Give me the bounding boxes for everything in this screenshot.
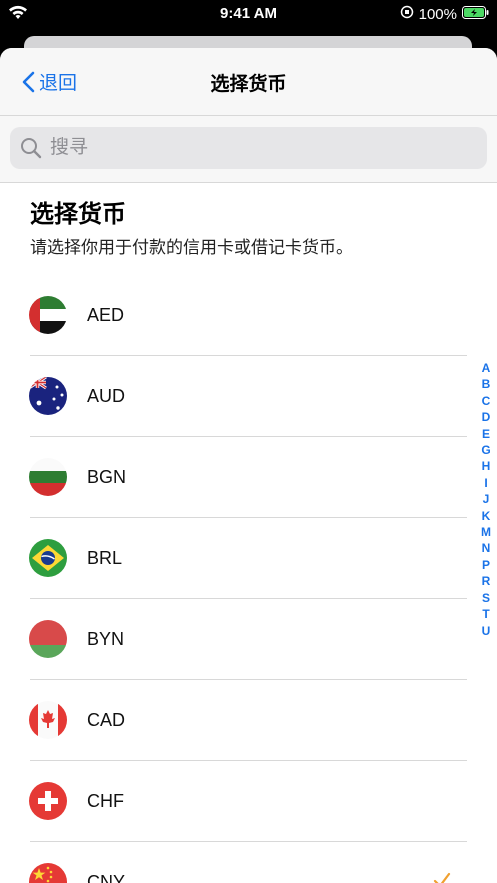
search-field[interactable] xyxy=(10,127,487,169)
currency-row-byn[interactable]: BYN xyxy=(0,599,497,680)
index-letter[interactable]: S xyxy=(479,590,493,606)
currency-row-aud[interactable]: AUD xyxy=(0,356,497,437)
currency-code: AED xyxy=(87,305,125,325)
page-title: 选择货币 xyxy=(210,74,287,95)
bulgaria-flag-icon xyxy=(29,458,67,496)
battery-icon xyxy=(462,5,489,23)
australia-flag-icon xyxy=(29,377,67,415)
currency-code: BRL xyxy=(87,548,123,568)
index-letter[interactable]: H xyxy=(479,458,493,474)
switzerland-flag-icon xyxy=(29,782,67,820)
index-letter[interactable]: J xyxy=(479,491,493,507)
currency-code: CHF xyxy=(87,791,124,811)
currency-code: CAD xyxy=(87,710,126,730)
index-letter[interactable]: D xyxy=(479,409,493,425)
index-letter[interactable]: A xyxy=(479,360,493,376)
search-bar xyxy=(0,116,497,183)
index-letter[interactable]: T xyxy=(479,606,493,622)
index-letter[interactable]: I xyxy=(479,475,493,491)
search-icon xyxy=(21,138,42,159)
currency-code: AUD xyxy=(87,386,126,406)
index-letter[interactable]: R xyxy=(479,573,493,589)
section-subtitle: 请选择你用于付款的信用卡或借记卡货币。 xyxy=(30,238,353,257)
index-letter[interactable]: M xyxy=(479,524,493,540)
index-letter[interactable]: P xyxy=(479,557,493,573)
checkmark-icon xyxy=(433,872,451,883)
index-letter[interactable]: N xyxy=(479,540,493,556)
currency-code: CNY xyxy=(87,872,126,883)
search-input[interactable] xyxy=(48,136,472,160)
alphabet-index[interactable]: A B C D E G H I J K M N P R S T U xyxy=(479,360,493,639)
index-letter[interactable]: E xyxy=(479,426,493,442)
section-heading: 选择货币 xyxy=(30,201,126,228)
belarus-flag-icon xyxy=(29,620,67,658)
orientation-lock-icon xyxy=(400,5,414,23)
index-letter[interactable]: U xyxy=(479,623,493,639)
index-letter[interactable]: K xyxy=(479,508,493,524)
brazil-flag-icon xyxy=(29,539,67,577)
navigation-bar: 退回 选择货币 xyxy=(0,48,497,116)
canada-flag-icon xyxy=(29,701,67,739)
currency-row-cad[interactable]: CAD xyxy=(0,680,497,761)
index-letter[interactable]: G xyxy=(479,442,493,458)
index-letter[interactable]: C xyxy=(479,393,493,409)
battery-percentage: 100% xyxy=(418,5,457,23)
currency-code: BGN xyxy=(87,467,127,487)
currency-row-cny[interactable]: CNY xyxy=(0,842,497,883)
status-bar: 9:41 AM 100% xyxy=(0,0,497,30)
currency-row-chf[interactable]: CHF xyxy=(0,761,497,842)
currency-row-bgn[interactable]: BGN xyxy=(0,437,497,518)
currency-row-aed[interactable]: AED xyxy=(0,275,497,356)
index-letter[interactable]: B xyxy=(479,376,493,392)
currency-row-brl[interactable]: BRL xyxy=(0,518,497,599)
china-flag-icon xyxy=(29,863,67,883)
currency-sheet: 退回 选择货币 选择货币 请选择你用于付款的信用卡或借记卡货币。 xyxy=(0,48,497,883)
currency-list: AED AUD BGN BRL BYN CAD CHF CNY xyxy=(0,275,497,883)
currency-code: BYN xyxy=(87,629,125,649)
uae-flag-icon xyxy=(29,296,67,334)
